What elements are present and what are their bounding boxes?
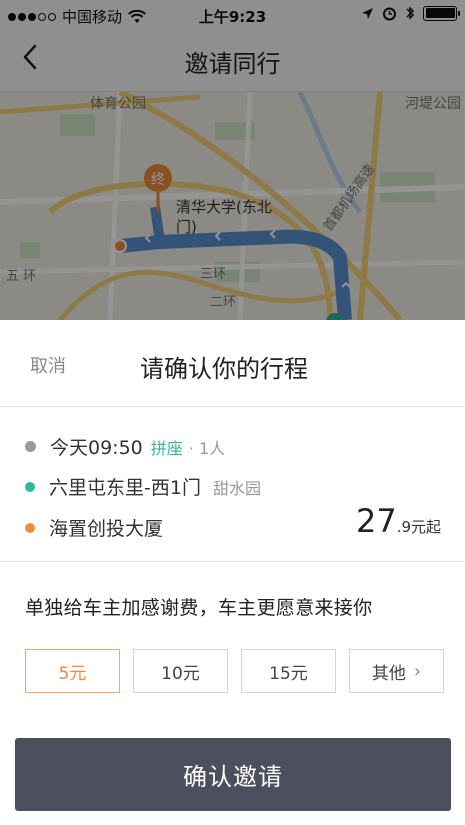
confirm-invite-button[interactable]: 确认邀请 — [15, 738, 451, 811]
passenger-count: · 1人 — [188, 439, 226, 458]
clock-icon — [25, 441, 36, 452]
price-integer: 27 — [355, 502, 397, 540]
fee-option-5[interactable]: 5元 — [25, 649, 120, 693]
battery-icon — [423, 5, 460, 21]
route-line — [150, 206, 165, 243]
alarm-icon — [383, 7, 396, 20]
map-label-ring-top: 三环 — [200, 267, 226, 282]
fee-option-other[interactable]: 其他 › — [349, 649, 444, 693]
cancel-button[interactable]: 取消 — [30, 352, 66, 378]
route-map[interactable]: 终 体育公园 河堤公园 清华大学(东北 门) 三环 二环 首都机场高速 五 环 — [0, 92, 465, 320]
ride-type-badge: 拼座 — [150, 439, 183, 458]
destination-dot-icon — [25, 522, 35, 533]
bluetooth-icon — [406, 6, 415, 20]
destination-marker-label: 终 — [151, 172, 165, 188]
thank-you-fee-options: 5元 10元 15元 其他 › — [25, 649, 444, 693]
origin-dot-icon — [25, 481, 35, 492]
map-label-ring-bottom: 二环 — [210, 295, 236, 310]
park-area — [20, 242, 40, 258]
map-canvas: 终 体育公园 河堤公园 清华大学(东北 门) 三环 二环 首都机场高速 五 环 — [0, 92, 465, 320]
park-area — [60, 114, 95, 136]
fee-option-10[interactable]: 10元 — [133, 649, 228, 693]
status-right — [361, 5, 460, 21]
thank-you-fee-prompt: 单独给车主加感谢费，车主更愿意来接你 — [25, 597, 373, 619]
trip-summary: 今天09:50 拼座 · 1人 六里屯东里-西1门 甜水园 海置创投大厦 27 .9元… — [0, 407, 465, 562]
nav-bar: 邀请同行 — [0, 30, 465, 92]
trip-price: 27 .9元起 — [356, 502, 441, 540]
fee-option-other-label: 其他 — [371, 663, 406, 684]
price-suffix: .9元起 — [396, 518, 441, 536]
destination-name: 海置创投大厦 — [49, 518, 164, 540]
map-label-fifth-ring: 五 环 — [6, 269, 36, 284]
origin-name: 六里屯东里-西1门 — [49, 477, 201, 499]
map-label-park-left: 体育公园 — [90, 96, 146, 112]
sheet-header: 取消 请确认你的行程 — [0, 320, 465, 407]
page-title: 邀请同行 — [184, 50, 281, 78]
confirm-trip-sheet: 取消 请确认你的行程 今天09:50 拼座 · 1人 六里屯东里-西1门 甜水园 海置… — [0, 320, 465, 825]
trip-origin-row: 六里屯东里-西1门 甜水园 — [25, 473, 261, 500]
origin-area: 甜水园 — [212, 479, 261, 498]
fee-option-15[interactable]: 15元 — [241, 649, 336, 693]
chevron-right-icon: › — [413, 660, 422, 682]
origin-marker — [113, 239, 127, 253]
map-label-destination-line1: 清华大学(东北 — [176, 198, 272, 216]
trip-destination-row: 海置创投大厦 — [25, 514, 163, 541]
sheet-title: 请确认你的行程 — [140, 355, 308, 383]
trip-time-row: 今天09:50 拼座 · 1人 — [25, 433, 225, 460]
status-bar: 中国移动 上午9:23 — [0, 0, 465, 30]
location-arrow-icon — [362, 7, 373, 19]
trip-time: 今天09:50 — [50, 437, 143, 459]
map-label-park-right: 河堤公园 — [405, 96, 461, 112]
map-label-destination-line2: 门) — [176, 218, 197, 236]
